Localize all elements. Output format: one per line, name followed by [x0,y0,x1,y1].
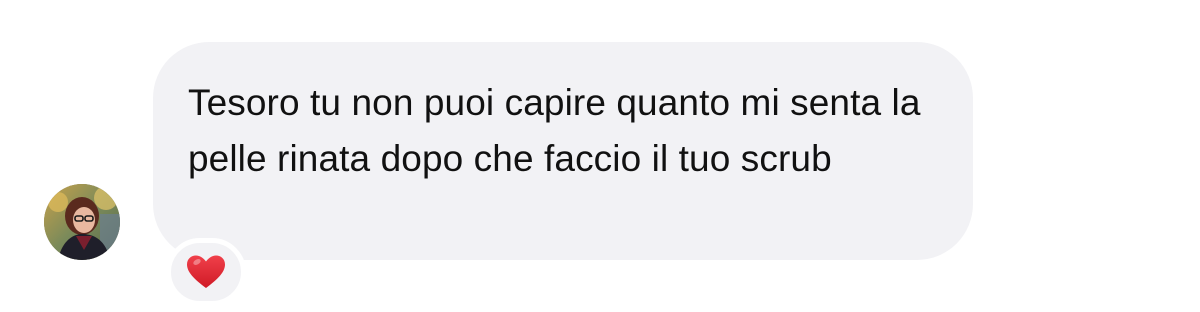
avatar-photo [44,184,120,260]
sender-avatar[interactable] [44,184,120,260]
message-bubble[interactable]: Tesoro tu non puoi capire quanto mi sent… [153,42,973,260]
message-reaction[interactable] [166,238,246,306]
red-heart-icon [187,255,225,288]
message-text: Tesoro tu non puoi capire quanto mi sent… [188,82,921,179]
